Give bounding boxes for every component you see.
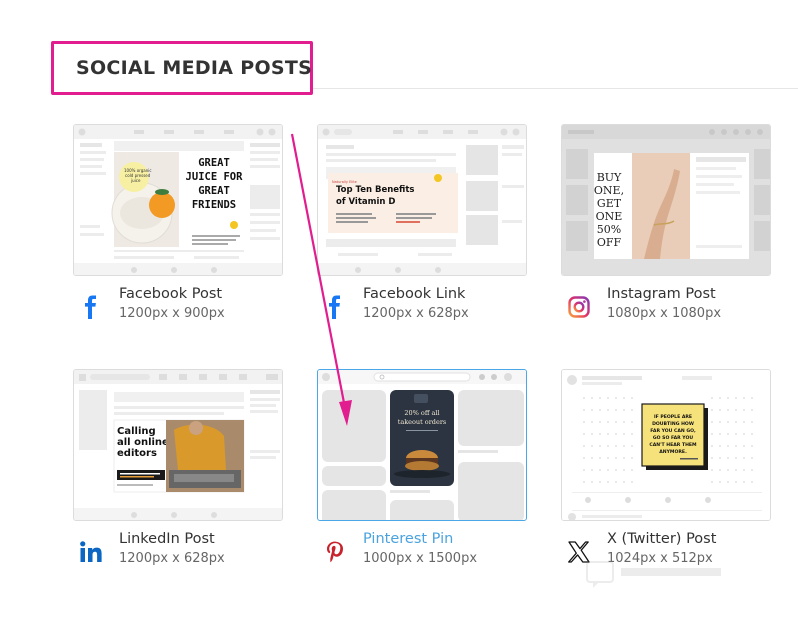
annotation-arrow [290,133,352,426]
watermark-logo [586,561,721,588]
